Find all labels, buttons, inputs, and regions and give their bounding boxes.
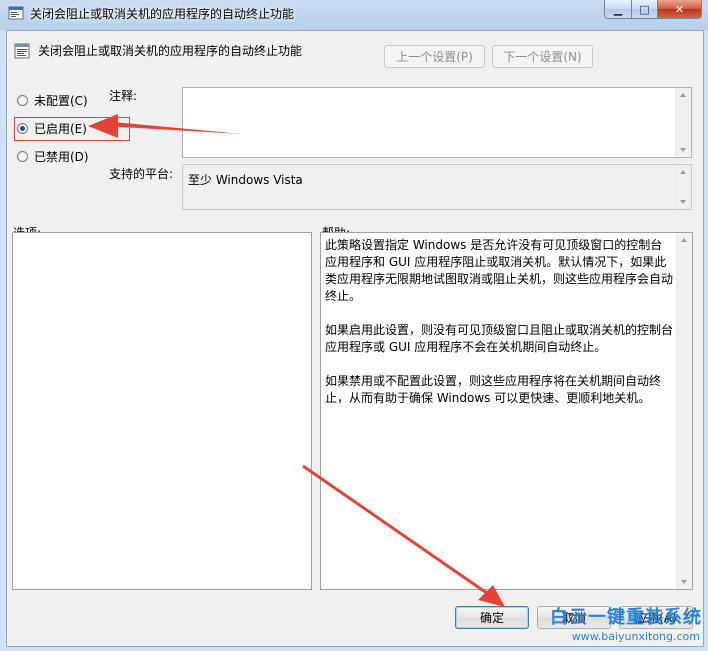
scroll-up-icon[interactable] [680,93,686,97]
prev-setting-button[interactable]: 上一个设置(P) [384,45,485,68]
help-paragraph: 如果禁用或不配置此设置，则这些应用程序将在关机期间自动终止，从而有助于确保 Wi… [325,374,662,405]
radio-label: 已禁用(D) [34,150,89,164]
comment-textarea[interactable] [182,87,692,158]
close-button[interactable]: ✕ [658,0,702,19]
minimize-button[interactable]: ▁ [604,0,632,19]
radio-disabled[interactable]: 已禁用(D) [17,148,89,165]
platform-field: 至少 Windows Vista [182,164,692,210]
watermark-brand: 白云一键重装系统 [550,607,702,628]
next-setting-button[interactable]: 下一个设置(N) [492,45,593,68]
ok-button[interactable]: 确定 [455,606,529,629]
scroll-up-icon[interactable] [680,170,686,174]
minimize-icon: ▁ [613,2,623,16]
platform-scrollbar[interactable] [675,165,691,209]
scroll-up-icon[interactable] [681,238,687,242]
maximize-button[interactable]: □ [632,0,658,19]
maximize-icon: □ [639,2,650,16]
comment-scrollbar[interactable] [675,88,691,157]
platform-label: 支持的平台: [109,167,174,181]
close-icon: ✕ [674,2,685,16]
radio-label: 未配置(C) [34,94,88,108]
setting-icon [14,43,30,59]
scroll-down-icon[interactable] [681,580,687,584]
scroll-down-icon[interactable] [680,200,686,204]
help-paragraph: 如果启用此设置，则没有可见顶级窗口且阻止或取消关机的控制台应用程序或 GUI 应… [325,323,674,354]
scroll-down-icon[interactable] [680,148,686,152]
dialog-window: 关闭会阻止或取消关机的应用程序的自动终止功能 ▁ □ ✕ 关闭会阻止或取消关机的… [0,0,708,651]
platform-value: 至少 Windows Vista [188,173,303,187]
dialog-client: 关闭会阻止或取消关机的应用程序的自动终止功能 上一个设置(P) 下一个设置(N)… [6,30,704,647]
radio-button[interactable] [17,95,28,106]
options-panel[interactable] [12,232,312,590]
radio-button[interactable] [17,151,28,162]
help-scrollbar[interactable] [676,233,692,589]
help-panel[interactable]: 此策略设置指定 Windows 是否允许没有可见顶级窗口的控制台应用程序和 GU… [320,232,693,590]
radio-not-configured[interactable]: 未配置(C) [17,92,88,109]
policy-title: 关闭会阻止或取消关机的应用程序的自动终止功能 [38,44,303,58]
watermark-url: www.baiyunxitong.com [571,630,700,643]
help-text: 此策略设置指定 Windows 是否允许没有可见顶级窗口的控制台应用程序和 GU… [325,237,674,424]
annotation-highlight-box [14,117,130,141]
help-paragraph: 此策略设置指定 Windows 是否允许没有可见顶级窗口的控制台应用程序和 GU… [325,238,674,303]
window-title: 关闭会阻止或取消关机的应用程序的自动终止功能 [30,7,295,21]
title-bar[interactable]: 关闭会阻止或取消关机的应用程序的自动终止功能 ▁ □ ✕ [0,0,708,26]
comment-label: 注释: [109,89,138,103]
policy-icon [8,6,24,20]
